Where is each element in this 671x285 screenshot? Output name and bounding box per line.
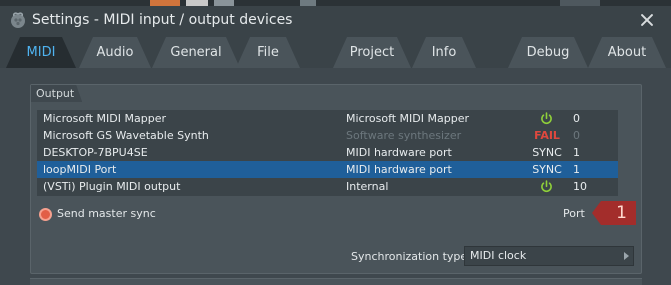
send-master-sync-radio[interactable]: [39, 208, 52, 221]
sync-type-label: Synchronization type: [351, 250, 468, 263]
device-port: 1: [573, 163, 580, 176]
device-type: MIDI hardware port: [346, 163, 452, 176]
sync-type-dropdown[interactable]: MIDI clock: [464, 246, 634, 266]
tab-midi[interactable]: MIDI: [6, 37, 76, 68]
device-port: 0: [573, 112, 580, 125]
device-type: Software synthesizer: [346, 129, 462, 142]
tab-bar: MIDI Audio General File Project Info Deb…: [0, 34, 671, 68]
device-name: loopMIDI Port: [43, 163, 117, 176]
window-title: Settings - MIDI input / output devices: [32, 12, 293, 28]
device-port: 0: [573, 129, 580, 142]
sync-type-value: MIDI clock: [470, 249, 527, 262]
device-status-sync[interactable]: SYNC: [523, 144, 571, 161]
power-icon[interactable]: [540, 180, 553, 193]
device-row-selected[interactable]: loopMIDI Port MIDI hardware port SYNC 1: [37, 161, 618, 178]
device-status-sync[interactable]: SYNC: [523, 161, 571, 178]
device-name: DESKTOP-7BPU4SE: [43, 146, 148, 159]
device-row[interactable]: DESKTOP-7BPU4SE MIDI hardware port SYNC …: [37, 144, 618, 161]
device-row[interactable]: Microsoft GS Wavetable Synth Software sy…: [37, 127, 618, 144]
device-status-fail: FAIL: [534, 129, 560, 142]
device-type: Microsoft MIDI Mapper: [346, 112, 469, 125]
tab-audio[interactable]: Audio: [79, 37, 151, 68]
tab-about[interactable]: About: [588, 37, 666, 68]
device-name: (VSTi) Plugin MIDI output: [43, 180, 181, 193]
device-row[interactable]: (VSTi) Plugin MIDI output Internal 10: [37, 178, 618, 195]
device-row[interactable]: Microsoft MIDI Mapper Microsoft MIDI Map…: [37, 110, 618, 127]
fl-fruit-icon: [11, 12, 25, 28]
output-group-label: Output: [31, 85, 82, 102]
device-name: Microsoft MIDI Mapper: [43, 112, 166, 125]
port-number-control[interactable]: 1: [592, 201, 636, 225]
device-port: 1: [573, 146, 580, 159]
device-name: Microsoft GS Wavetable Synth: [43, 129, 209, 142]
tab-debug[interactable]: Debug: [508, 37, 588, 68]
send-master-sync-label: Send master sync: [57, 207, 156, 220]
tab-general[interactable]: General: [152, 37, 240, 68]
tab-project[interactable]: Project: [333, 37, 411, 68]
close-icon[interactable]: [639, 12, 655, 28]
tab-file[interactable]: File: [236, 37, 300, 68]
title-bar[interactable]: Settings - MIDI input / output devices: [0, 6, 671, 34]
device-type: MIDI hardware port: [346, 146, 452, 159]
tab-info[interactable]: Info: [412, 37, 476, 68]
power-icon[interactable]: [540, 112, 553, 125]
device-type: Internal: [346, 180, 389, 193]
output-device-table: Microsoft MIDI Mapper Microsoft MIDI Map…: [37, 110, 618, 196]
port-label: Port: [563, 207, 585, 220]
next-panel-edge: [30, 278, 642, 285]
device-port: 10: [573, 180, 587, 193]
dropdown-arrow-icon: [624, 252, 629, 260]
